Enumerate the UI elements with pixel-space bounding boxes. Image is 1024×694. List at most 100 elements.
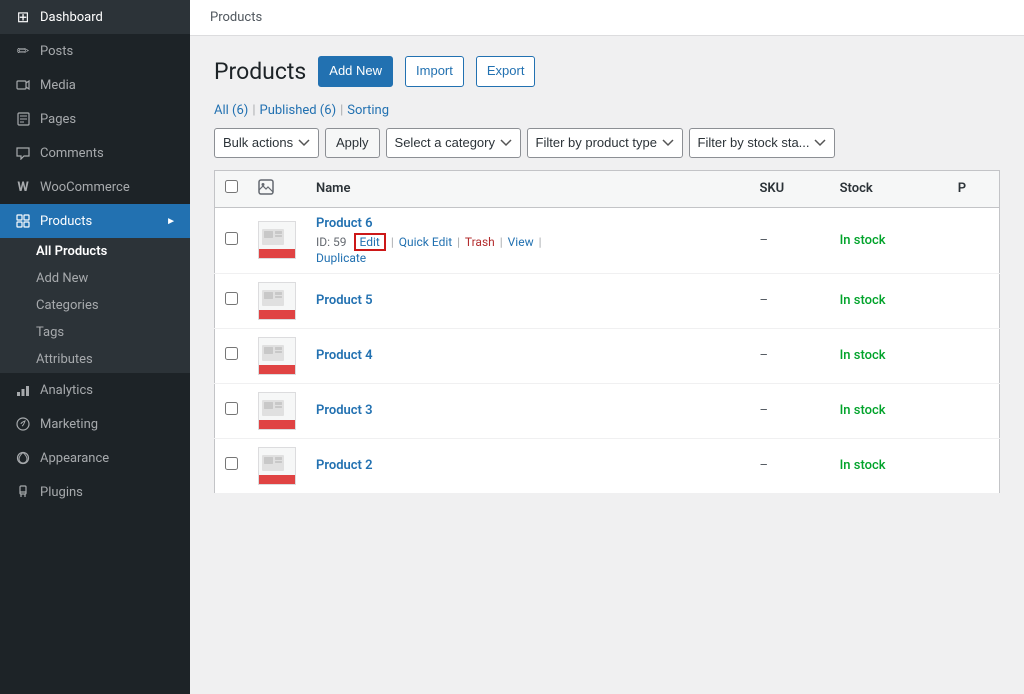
table-row: Product 3 – In stock [215, 383, 1000, 438]
trash-link[interactable]: Trash [465, 235, 495, 249]
sidebar: ⊞ Dashboard ✏ Posts Media Pages Comments… [0, 0, 190, 694]
pages-icon [14, 110, 32, 128]
sidebar-item-posts[interactable]: ✏ Posts [0, 34, 190, 68]
row-checkbox[interactable] [225, 232, 238, 245]
stock-status: In stock [840, 458, 886, 473]
price-cell [948, 438, 1000, 493]
sidebar-item-plugins[interactable]: Plugins [0, 475, 190, 509]
name-header[interactable]: Name [306, 170, 750, 207]
product-name-link[interactable]: Product 6 [316, 216, 740, 231]
add-new-button[interactable]: Add New [318, 56, 393, 87]
sidebar-item-comments[interactable]: Comments [0, 136, 190, 170]
duplicate-link[interactable]: Duplicate [316, 251, 366, 265]
sidebar-item-pages[interactable]: Pages [0, 102, 190, 136]
price-cell [948, 383, 1000, 438]
appearance-icon [14, 449, 32, 467]
product-thumbnail [258, 282, 296, 320]
view-links: All (6) | Published (6) | Sorting [214, 103, 1000, 118]
name-cell: Product 5 [306, 273, 750, 328]
product-thumbnail [258, 337, 296, 375]
stock-cell: In stock [830, 383, 948, 438]
name-cell: Product 3 [306, 383, 750, 438]
row-checkbox[interactable] [225, 347, 238, 360]
table-row: Product 6 ID: 59 Edit | Quick Edit | Tra… [215, 207, 1000, 273]
sku-cell: – [750, 207, 830, 273]
export-button[interactable]: Export [476, 56, 536, 87]
name-cell: Product 4 [306, 328, 750, 383]
sidebar-item-appearance[interactable]: Appearance [0, 441, 190, 475]
view-link-published[interactable]: Published (6) [260, 103, 337, 118]
edit-link[interactable]: Edit [354, 233, 386, 251]
view-link[interactable]: View [508, 235, 534, 249]
name-cell: Product 6 ID: 59 Edit | Quick Edit | Tra… [306, 207, 750, 273]
stock-cell: In stock [830, 438, 948, 493]
products-icon [14, 212, 32, 230]
stock-cell: In stock [830, 328, 948, 383]
product-name-link[interactable]: Product 3 [316, 403, 740, 418]
table-row: Product 2 – In stock [215, 438, 1000, 493]
row-actions: ID: 59 Edit | Quick Edit | Trash | View … [316, 233, 740, 265]
row-checkbox-cell [215, 383, 249, 438]
bulk-actions-select[interactable]: Bulk actions [214, 128, 319, 158]
stock-status: In stock [840, 233, 886, 248]
submenu-attributes[interactable]: Attributes [0, 346, 190, 373]
stock-filter-select[interactable]: Filter by stock sta... [689, 128, 835, 158]
sku-header[interactable]: SKU [750, 170, 830, 207]
quick-edit-link[interactable]: Quick Edit [399, 235, 452, 249]
content-area: Products Add New Import Export All (6) |… [190, 36, 1024, 694]
select-all-header [215, 170, 249, 207]
page-title: Products [214, 58, 306, 85]
select-all-checkbox[interactable] [225, 180, 238, 193]
plugins-icon [14, 483, 32, 501]
view-link-all[interactable]: All (6) [214, 103, 248, 118]
thumb-header [248, 170, 306, 207]
topbar: Products [190, 0, 1024, 36]
stock-status: In stock [840, 293, 886, 308]
sku-cell: – [750, 383, 830, 438]
price-cell [948, 273, 1000, 328]
stock-cell: In stock [830, 273, 948, 328]
submenu-categories[interactable]: Categories [0, 292, 190, 319]
import-button[interactable]: Import [405, 56, 464, 87]
page-title-row: Products Add New Import Export [214, 56, 1000, 87]
view-link-sorting[interactable]: Sorting [347, 103, 389, 118]
analytics-icon [14, 381, 32, 399]
stock-header[interactable]: Stock [830, 170, 948, 207]
row-checkbox-cell [215, 438, 249, 493]
thumb-cell [248, 328, 306, 383]
filter-bar: Bulk actions Apply Select a category Fil… [214, 128, 1000, 158]
stock-cell: In stock [830, 207, 948, 273]
marketing-icon [14, 415, 32, 433]
price-header[interactable]: P [948, 170, 1000, 207]
category-select[interactable]: Select a category [386, 128, 521, 158]
product-thumbnail [258, 221, 296, 259]
product-name-link[interactable]: Product 5 [316, 293, 740, 308]
sidebar-item-woocommerce[interactable]: W WooCommerce [0, 170, 190, 204]
product-name-link[interactable]: Product 4 [316, 348, 740, 363]
sidebar-item-marketing[interactable]: Marketing [0, 407, 190, 441]
product-thumbnail [258, 392, 296, 430]
stock-status: In stock [840, 403, 886, 418]
product-type-select[interactable]: Filter by product type [527, 128, 683, 158]
main-area: Products Products Add New Import Export … [190, 0, 1024, 694]
submenu-add-new[interactable]: Add New [0, 265, 190, 292]
products-submenu: All Products Add New Categories Tags Att… [0, 238, 190, 373]
sidebar-item-products[interactable]: Products ► [0, 204, 190, 238]
price-cell [948, 207, 1000, 273]
woocommerce-icon: W [14, 178, 32, 196]
name-cell: Product 2 [306, 438, 750, 493]
sku-cell: – [750, 438, 830, 493]
submenu-all-products[interactable]: All Products [0, 238, 190, 265]
row-checkbox[interactable] [225, 457, 238, 470]
row-checkbox[interactable] [225, 402, 238, 415]
topbar-breadcrumb: Products [210, 10, 262, 25]
table-row: Product 5 – In stock [215, 273, 1000, 328]
submenu-tags[interactable]: Tags [0, 319, 190, 346]
sidebar-item-analytics[interactable]: Analytics [0, 373, 190, 407]
row-checkbox[interactable] [225, 292, 238, 305]
sidebar-item-media[interactable]: Media [0, 68, 190, 102]
apply-button[interactable]: Apply [325, 128, 380, 158]
stock-status: In stock [840, 348, 886, 363]
sidebar-item-dashboard[interactable]: ⊞ Dashboard [0, 0, 190, 34]
product-name-link[interactable]: Product 2 [316, 458, 740, 473]
